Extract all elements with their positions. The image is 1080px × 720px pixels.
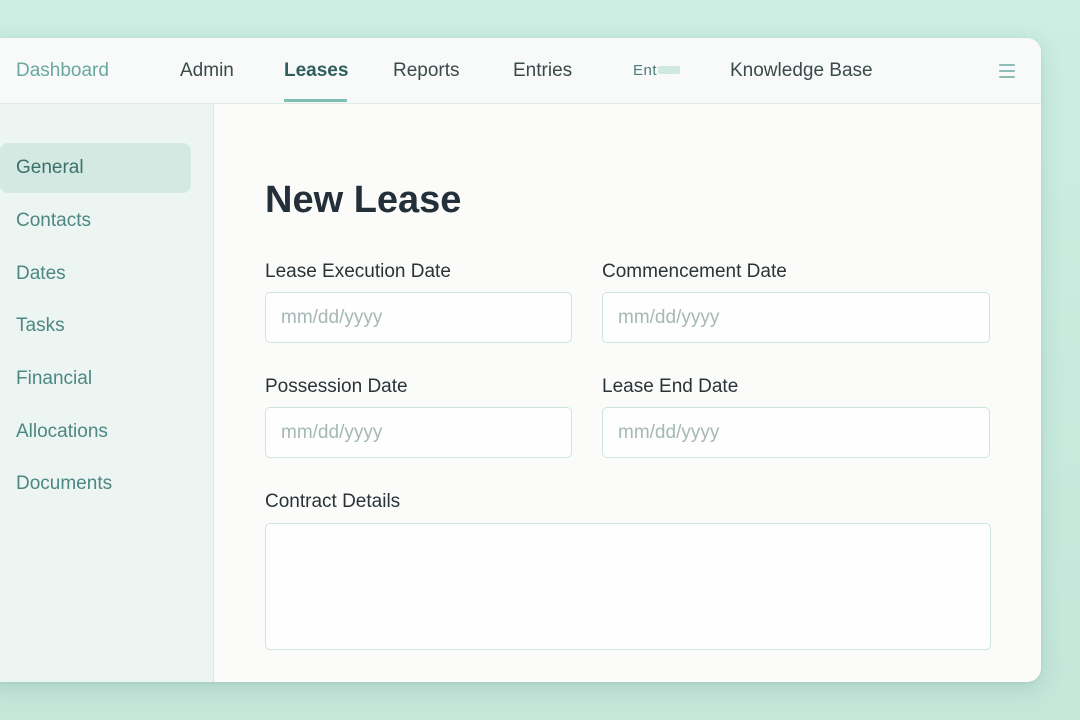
nav-entries[interactable]: Entries bbox=[513, 60, 572, 82]
sidebar-item-label: Documents bbox=[16, 473, 113, 494]
contract-details-textarea[interactable] bbox=[265, 523, 991, 650]
nav-reports[interactable]: Reports bbox=[393, 60, 460, 82]
possession-date-input[interactable] bbox=[265, 407, 572, 458]
sidebar-item-documents[interactable]: Documents bbox=[0, 459, 191, 509]
lease-execution-date-input[interactable] bbox=[265, 292, 572, 343]
possession-date-label: Possession Date bbox=[265, 376, 408, 397]
page-title: New Lease bbox=[265, 179, 462, 221]
nav-ent-overflow bbox=[658, 66, 680, 74]
active-tab-indicator bbox=[284, 99, 347, 102]
sidebar-item-label: Contacts bbox=[16, 210, 91, 231]
sidebar-item-label: Allocations bbox=[16, 421, 108, 442]
sidebar: General Contacts Dates Tasks Financial A… bbox=[0, 104, 214, 682]
sidebar-item-dates[interactable]: Dates bbox=[0, 249, 191, 299]
sidebar-item-allocations[interactable]: Allocations bbox=[0, 407, 191, 457]
lease-end-date-label: Lease End Date bbox=[602, 376, 739, 397]
sidebar-item-label: General bbox=[16, 157, 84, 178]
nav-ent[interactable]: Ent bbox=[633, 60, 657, 82]
app-window: Dashboard Admin Leases Reports Entries E… bbox=[0, 38, 1041, 682]
sidebar-item-label: Financial bbox=[16, 368, 93, 389]
sidebar-item-financial[interactable]: Financial bbox=[0, 354, 191, 404]
nav-dashboard[interactable]: Dashboard bbox=[16, 60, 109, 82]
commencement-date-label: Commencement Date bbox=[602, 261, 787, 282]
nav-knowledge-base[interactable]: Knowledge Base bbox=[730, 60, 873, 82]
sidebar-item-contacts[interactable]: Contacts bbox=[0, 196, 191, 246]
sidebar-item-tasks[interactable]: Tasks bbox=[0, 301, 191, 351]
sidebar-item-label: Dates bbox=[16, 263, 66, 284]
sidebar-item-label: Tasks bbox=[16, 315, 65, 336]
nav-leases[interactable]: Leases bbox=[284, 60, 348, 82]
main-content: New Lease Lease Execution Date Commencem… bbox=[214, 104, 1041, 682]
lease-execution-date-label: Lease Execution Date bbox=[265, 261, 451, 282]
top-navigation: Dashboard Admin Leases Reports Entries E… bbox=[0, 38, 1041, 104]
nav-admin[interactable]: Admin bbox=[180, 60, 234, 82]
commencement-date-input[interactable] bbox=[602, 292, 990, 343]
hamburger-menu-icon[interactable] bbox=[999, 62, 1017, 78]
contract-details-label: Contract Details bbox=[265, 491, 401, 512]
sidebar-item-general[interactable]: General bbox=[0, 143, 191, 193]
lease-end-date-input[interactable] bbox=[602, 407, 990, 458]
